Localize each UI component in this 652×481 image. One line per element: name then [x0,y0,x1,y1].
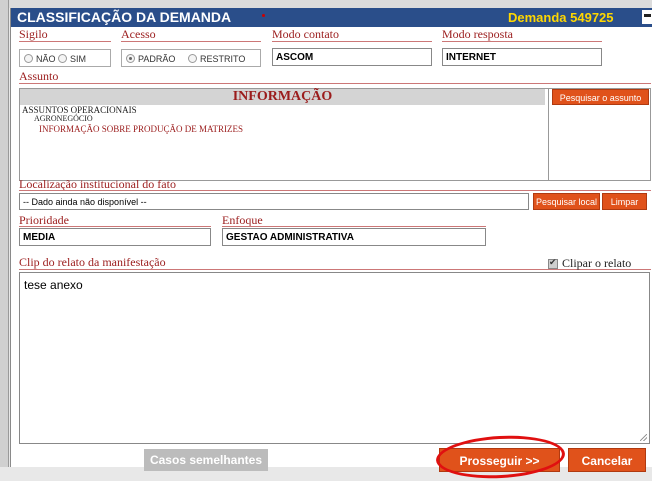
modo-contato-label: Modo contato [272,27,339,41]
enfoque-underline [222,226,486,227]
prioridade-underline [19,226,211,227]
sigilo-label: Sigilo [19,27,48,41]
assunto-separator [548,88,549,181]
demanda-number: Demanda 549725 [508,10,614,25]
assunto-heading: INFORMAÇÃO [20,89,545,105]
acesso-restrito-radio[interactable] [188,54,197,63]
tree-level-3[interactable]: INFORMAÇÃO SOBRE PRODUÇÃO DE MATRIZES [39,124,243,134]
localizacao-field[interactable]: -- Dado ainda não disponível -- [19,193,529,210]
acesso-padrao-radio[interactable] [126,54,135,63]
dialog-titlebar: CLASSIFICAÇÃO DA DEMANDA Demanda 549725 [11,8,652,27]
localizacao-underline [19,190,651,191]
modo-contato-field[interactable]: ASCOM [272,48,432,66]
assunto-label: Assunto [19,69,59,83]
clip-checkbox[interactable] [548,257,558,269]
acesso-padrao-label: PADRÃO [138,54,176,64]
clip-underline [19,269,651,270]
modo-contato-underline [272,41,432,42]
sigilo-sim-radio[interactable] [58,54,67,63]
dialog-title: CLASSIFICAÇÃO DA DEMANDA [17,9,232,25]
background-page-edge [0,0,9,467]
assunto-underline [19,83,651,84]
clip-checkbox-label: Clipar o relato [562,256,632,270]
background-page-strip [0,0,652,8]
modo-resposta-label: Modo resposta [442,27,513,41]
sigilo-nao-radio[interactable] [24,54,33,63]
resize-grip-icon[interactable] [640,434,647,441]
acesso-restrito-label: RESTRITO [200,54,246,64]
clear-location-button[interactable]: Limpar [602,193,647,210]
prioridade-field[interactable]: MEDIA [19,228,211,246]
search-location-button[interactable]: Pesquisar local [533,193,600,210]
clip-label: Clip do relato da manifestação [19,255,166,269]
modo-resposta-field[interactable]: INTERNET [442,48,602,66]
acesso-underline [121,41,261,42]
tree-level-2: AGRONEGÓCIO [34,114,93,123]
similar-cases-button[interactable]: Casos semelhantes [144,449,268,471]
sigilo-sim-label: SIM [70,54,87,64]
enfoque-field[interactable]: GESTAO ADMINISTRATIVA [222,228,486,246]
sigilo-nao-label: NÃO [36,54,56,64]
sigilo-underline [19,41,111,42]
classification-dialog: CLASSIFICAÇÃO DA DEMANDA Demanda 549725 … [10,8,652,481]
cancel-button[interactable]: Cancelar [568,448,646,472]
modo-resposta-underline [442,41,602,42]
titlebar-marker [262,14,265,17]
search-subject-button[interactable]: Pesquisar o assunto [552,89,649,105]
minimize-icon[interactable] [642,10,652,24]
relato-text: tese anexo [24,278,83,292]
acesso-label: Acesso [121,27,156,41]
relato-textarea[interactable]: tese anexo [19,272,650,444]
